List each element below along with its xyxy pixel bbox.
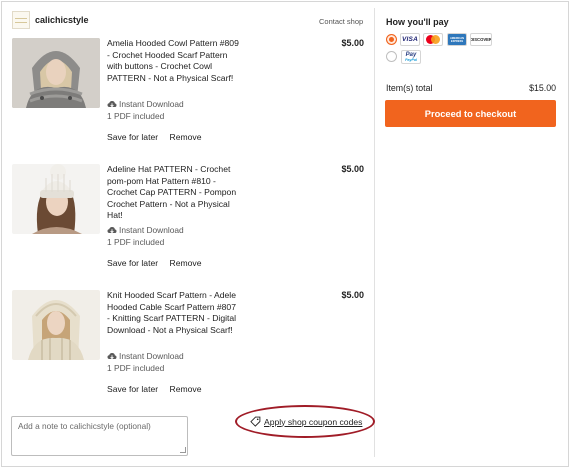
coupon-label: Apply shop coupon codes (264, 416, 363, 427)
shop-note-field[interactable] (11, 416, 188, 456)
hooded-cowl-photo (12, 38, 100, 108)
item-image[interactable] (12, 290, 100, 360)
discover-icon: DISCOVER (470, 33, 492, 46)
card-payment-radio[interactable] (386, 34, 397, 45)
instant-download: Instant Download (107, 99, 184, 109)
download-label: Instant Download (119, 225, 184, 235)
shop-logo-icon[interactable] (12, 11, 30, 29)
item-actions: Save for later Remove (107, 384, 211, 394)
cart-item: Knit Hooded Scarf Pattern - Adele Hooded… (0, 290, 374, 412)
hooded-scarf-photo (12, 290, 100, 360)
remove-button[interactable]: Remove (170, 258, 202, 268)
shop-name[interactable]: calichicstyle (35, 15, 89, 25)
item-price: $5.00 (341, 164, 364, 174)
item-title[interactable]: Knit Hooded Scarf Pattern - Adele Hooded… (107, 290, 241, 336)
files-included: 1 PDF included (107, 237, 165, 247)
contact-shop-link[interactable]: Contact shop (319, 17, 363, 26)
amex-icon: AMERICAN EXPRESS (447, 33, 467, 46)
items-total-value: $15.00 (529, 83, 556, 93)
cart-item: Amelia Hooded Cowl Pattern #809 - Croche… (0, 38, 374, 160)
download-label: Instant Download (119, 99, 184, 109)
save-for-later-button[interactable]: Save for later (107, 258, 158, 268)
column-divider (374, 8, 375, 457)
paypal-payment-radio[interactable] (386, 51, 397, 62)
paypal-wordmark: PayPal (405, 58, 417, 62)
discover-logo-text: DISCOVER (470, 37, 492, 42)
cloud-download-icon (107, 226, 117, 233)
proceed-to-checkout-button[interactable]: Proceed to checkout (385, 100, 556, 127)
instant-download: Instant Download (107, 351, 184, 361)
save-for-later-button[interactable]: Save for later (107, 132, 158, 142)
save-for-later-button[interactable]: Save for later (107, 384, 158, 394)
remove-button[interactable]: Remove (170, 132, 202, 142)
item-image[interactable] (12, 38, 100, 108)
amex-logo-text: AMERICAN EXPRESS (450, 36, 464, 43)
remove-button[interactable]: Remove (170, 384, 202, 394)
visa-logo-text: VISA (402, 36, 418, 43)
visa-icon: VISA (400, 33, 420, 46)
download-label: Instant Download (119, 351, 184, 361)
item-price: $5.00 (341, 38, 364, 48)
payment-title: How you'll pay (386, 17, 449, 27)
items-total-label: Item(s) total (386, 83, 433, 93)
resize-grip-icon[interactable] (180, 447, 186, 453)
cloud-download-icon (107, 352, 117, 359)
item-title[interactable]: Adeline Hat PATTERN - Crochet pom-pom Ha… (107, 164, 241, 222)
item-actions: Save for later Remove (107, 258, 211, 268)
cart-item: Adeline Hat PATTERN - Crochet pom-pom Ha… (0, 164, 374, 286)
paypal-icon: Pay PayPal (401, 50, 421, 64)
tag-icon (250, 416, 261, 427)
apply-coupon-link[interactable]: Apply shop coupon codes (250, 416, 362, 427)
instant-download: Instant Download (107, 225, 184, 235)
item-image[interactable] (12, 164, 100, 234)
item-title[interactable]: Amelia Hooded Cowl Pattern #809 - Croche… (107, 38, 241, 84)
pompom-hat-photo (12, 164, 100, 234)
files-included: 1 PDF included (107, 111, 165, 121)
files-included: 1 PDF included (107, 363, 165, 373)
item-actions: Save for later Remove (107, 132, 211, 142)
item-price: $5.00 (341, 290, 364, 300)
mastercard-icon (423, 33, 443, 46)
cloud-download-icon (107, 100, 117, 107)
